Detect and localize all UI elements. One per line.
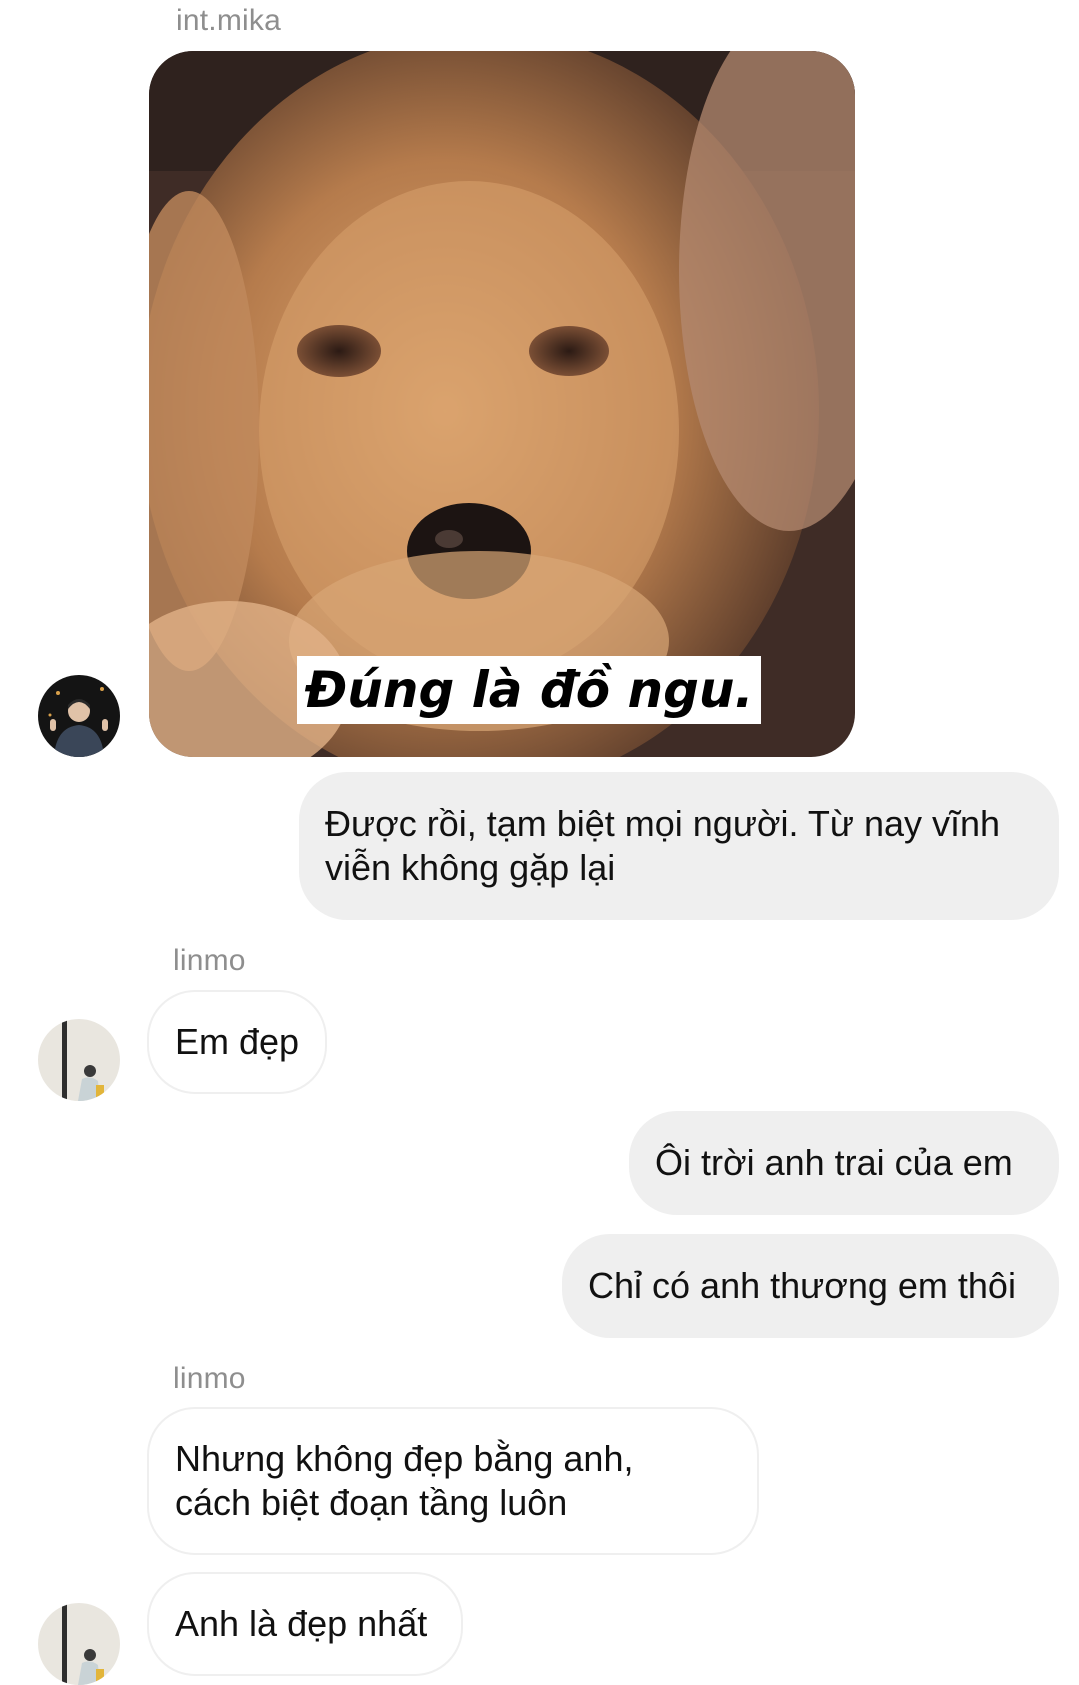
outgoing-message[interactable]: Chỉ có anh thương em thôi	[562, 1234, 1059, 1338]
sender-name: linmo	[173, 1362, 246, 1395]
avatar-linmo[interactable]	[38, 1019, 120, 1101]
avatar-int-mika[interactable]	[38, 675, 120, 757]
message-text-line: viễn không gặp lại	[325, 847, 616, 888]
message-text: Anh là đẹp nhất	[175, 1603, 428, 1644]
avatar-linmo[interactable]	[38, 1603, 120, 1685]
sender-name: int.mika	[176, 4, 281, 37]
message-text: Chỉ có anh thương em thôi	[588, 1265, 1016, 1306]
meme-caption: Đúng là đồ ngu.	[297, 656, 762, 724]
incoming-message[interactable]: Nhưng không đẹp bằng anh, cách biệt đoạn…	[147, 1407, 759, 1555]
message-text-line: cách biệt đoạn tầng luôn	[175, 1482, 568, 1523]
avatar-image	[38, 1603, 120, 1685]
photo-message[interactable]: Đúng là đồ ngu.	[149, 51, 855, 757]
incoming-message[interactable]: Em đẹp	[147, 990, 327, 1094]
incoming-message[interactable]: Anh là đẹp nhất	[147, 1572, 463, 1676]
outgoing-message[interactable]: Được rồi, tạm biệt mọi người. Từ nay vĩn…	[299, 772, 1059, 920]
message-text: Em đẹp	[175, 1021, 300, 1062]
message-text-line: Được rồi, tạm biệt mọi người. Từ nay vĩn…	[325, 803, 1001, 844]
message-text-line: Nhưng không đẹp bằng anh,	[175, 1438, 634, 1479]
dog-photo	[149, 51, 855, 757]
message-text: Ôi trời anh trai của em	[655, 1142, 1013, 1183]
sender-name: linmo	[173, 944, 246, 977]
outgoing-message[interactable]: Ôi trời anh trai của em	[629, 1111, 1059, 1215]
avatar-image	[38, 1019, 120, 1101]
avatar-image	[38, 675, 120, 757]
